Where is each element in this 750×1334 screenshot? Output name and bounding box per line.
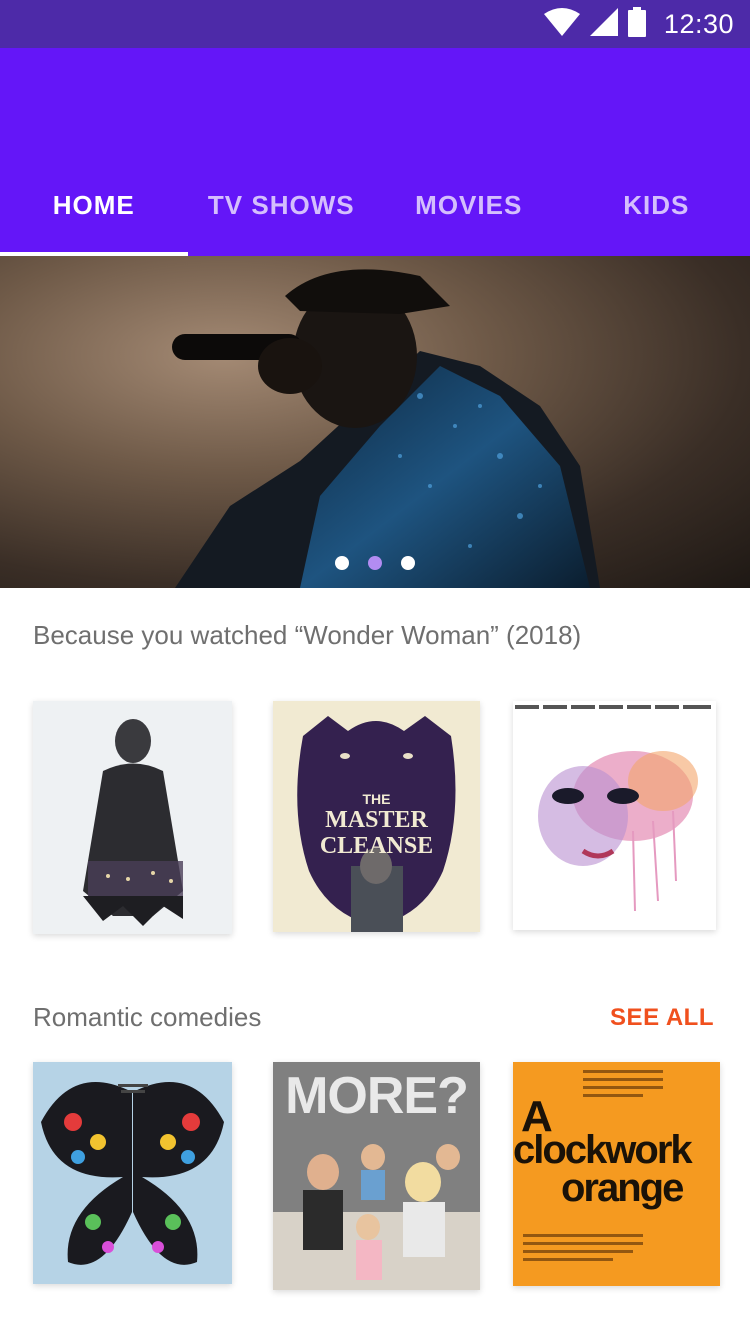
poster-title-line: MASTER [325, 807, 428, 833]
app-bar: HOME TV SHOWS MOVIES KIDS [0, 48, 750, 256]
poster-art [33, 701, 232, 934]
poster-man-in-coat[interactable] [33, 701, 232, 934]
battery-icon [627, 6, 646, 42]
see-all-button[interactable]: SEE ALL [610, 1004, 714, 1032]
poster-butterfly[interactable] [33, 1062, 232, 1284]
hero-carousel[interactable] [0, 256, 750, 588]
poster-art [513, 701, 716, 930]
poster-watercolor-face[interactable] [513, 701, 716, 930]
poster-title-line: orange [561, 1166, 684, 1210]
carousel-dot[interactable] [401, 556, 415, 570]
poster-title: MORE? [285, 1067, 469, 1125]
poster-title-line: CLEANSE [319, 833, 434, 859]
status-bar: 12:30 [0, 0, 750, 48]
tab-bar: HOME TV SHOWS MOVIES KIDS [0, 160, 750, 256]
tab-movies[interactable]: MOVIES [375, 160, 563, 256]
poster-clockwork-orange[interactable]: A clockwork orange [513, 1062, 720, 1286]
status-icons: 12:30 [543, 0, 734, 48]
carousel-dot-active[interactable] [368, 556, 382, 570]
poster-more[interactable]: MORE? [273, 1062, 480, 1290]
tab-kids[interactable]: KIDS [563, 160, 750, 256]
section-title-because-you-watched: Because you watched “Wonder Woman” (2018… [33, 620, 582, 650]
tab-home[interactable]: HOME [0, 160, 188, 256]
poster-title-line: THE [362, 791, 391, 807]
poster-master-cleanse[interactable]: THE MASTER CLEANSE [273, 701, 480, 932]
hero-image [172, 269, 600, 588]
poster-art [33, 1062, 232, 1284]
tab-tv-shows[interactable]: TV SHOWS [188, 160, 376, 256]
carousel-indicators [0, 556, 750, 570]
section-title-romantic-comedies: Romantic comedies [33, 1002, 262, 1032]
wifi-icon [543, 7, 580, 41]
carousel-dot[interactable] [335, 556, 349, 570]
status-time: 12:30 [663, 8, 734, 39]
signal-icon [589, 7, 618, 41]
